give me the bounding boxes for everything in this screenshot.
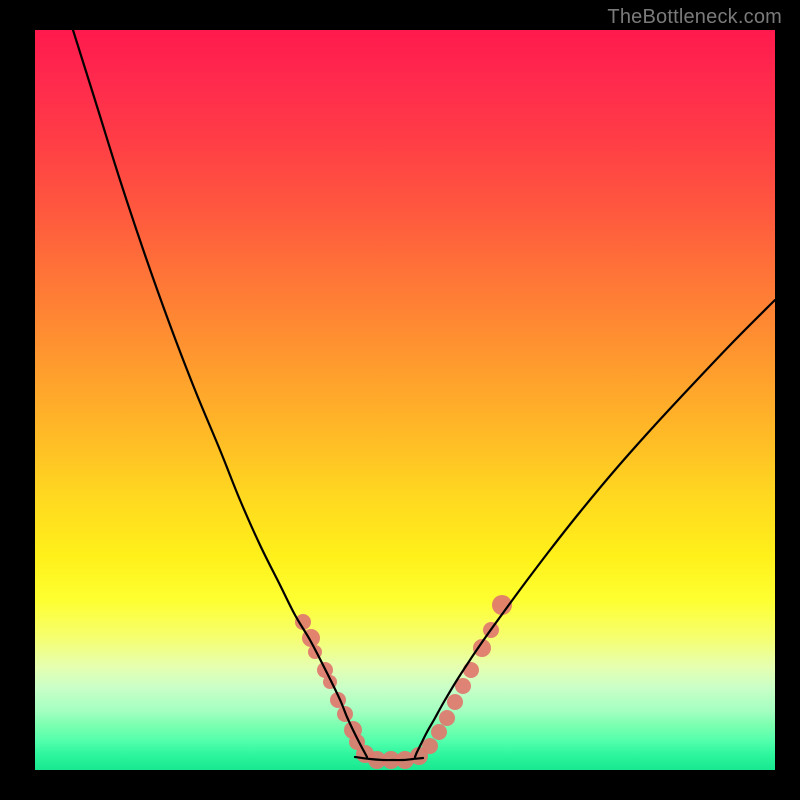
watermark-text: TheBottleneck.com (607, 6, 782, 29)
dot (356, 745, 374, 763)
dot (422, 738, 438, 754)
dot (344, 721, 362, 739)
dot (317, 662, 333, 678)
dot (308, 645, 322, 659)
dot (455, 678, 471, 694)
dot (302, 629, 320, 647)
dot (431, 724, 447, 740)
floor-curve (355, 757, 423, 760)
dot (295, 614, 311, 630)
dot (330, 692, 346, 708)
dots-layer (295, 595, 512, 769)
dot (349, 734, 365, 750)
dot (492, 595, 512, 615)
dot (368, 751, 386, 769)
dot (439, 710, 455, 726)
dot (396, 751, 414, 769)
plot-area (35, 30, 775, 770)
dot (447, 694, 463, 710)
dot (483, 622, 499, 638)
dot (382, 751, 400, 769)
left-curve (73, 30, 367, 757)
outer-frame: TheBottleneck.com (0, 0, 800, 800)
dot (337, 706, 353, 722)
dot (463, 662, 479, 678)
dot (323, 675, 337, 689)
dot (473, 639, 491, 657)
right-curve (415, 300, 775, 757)
chart-svg (35, 30, 775, 770)
dot (410, 747, 428, 765)
